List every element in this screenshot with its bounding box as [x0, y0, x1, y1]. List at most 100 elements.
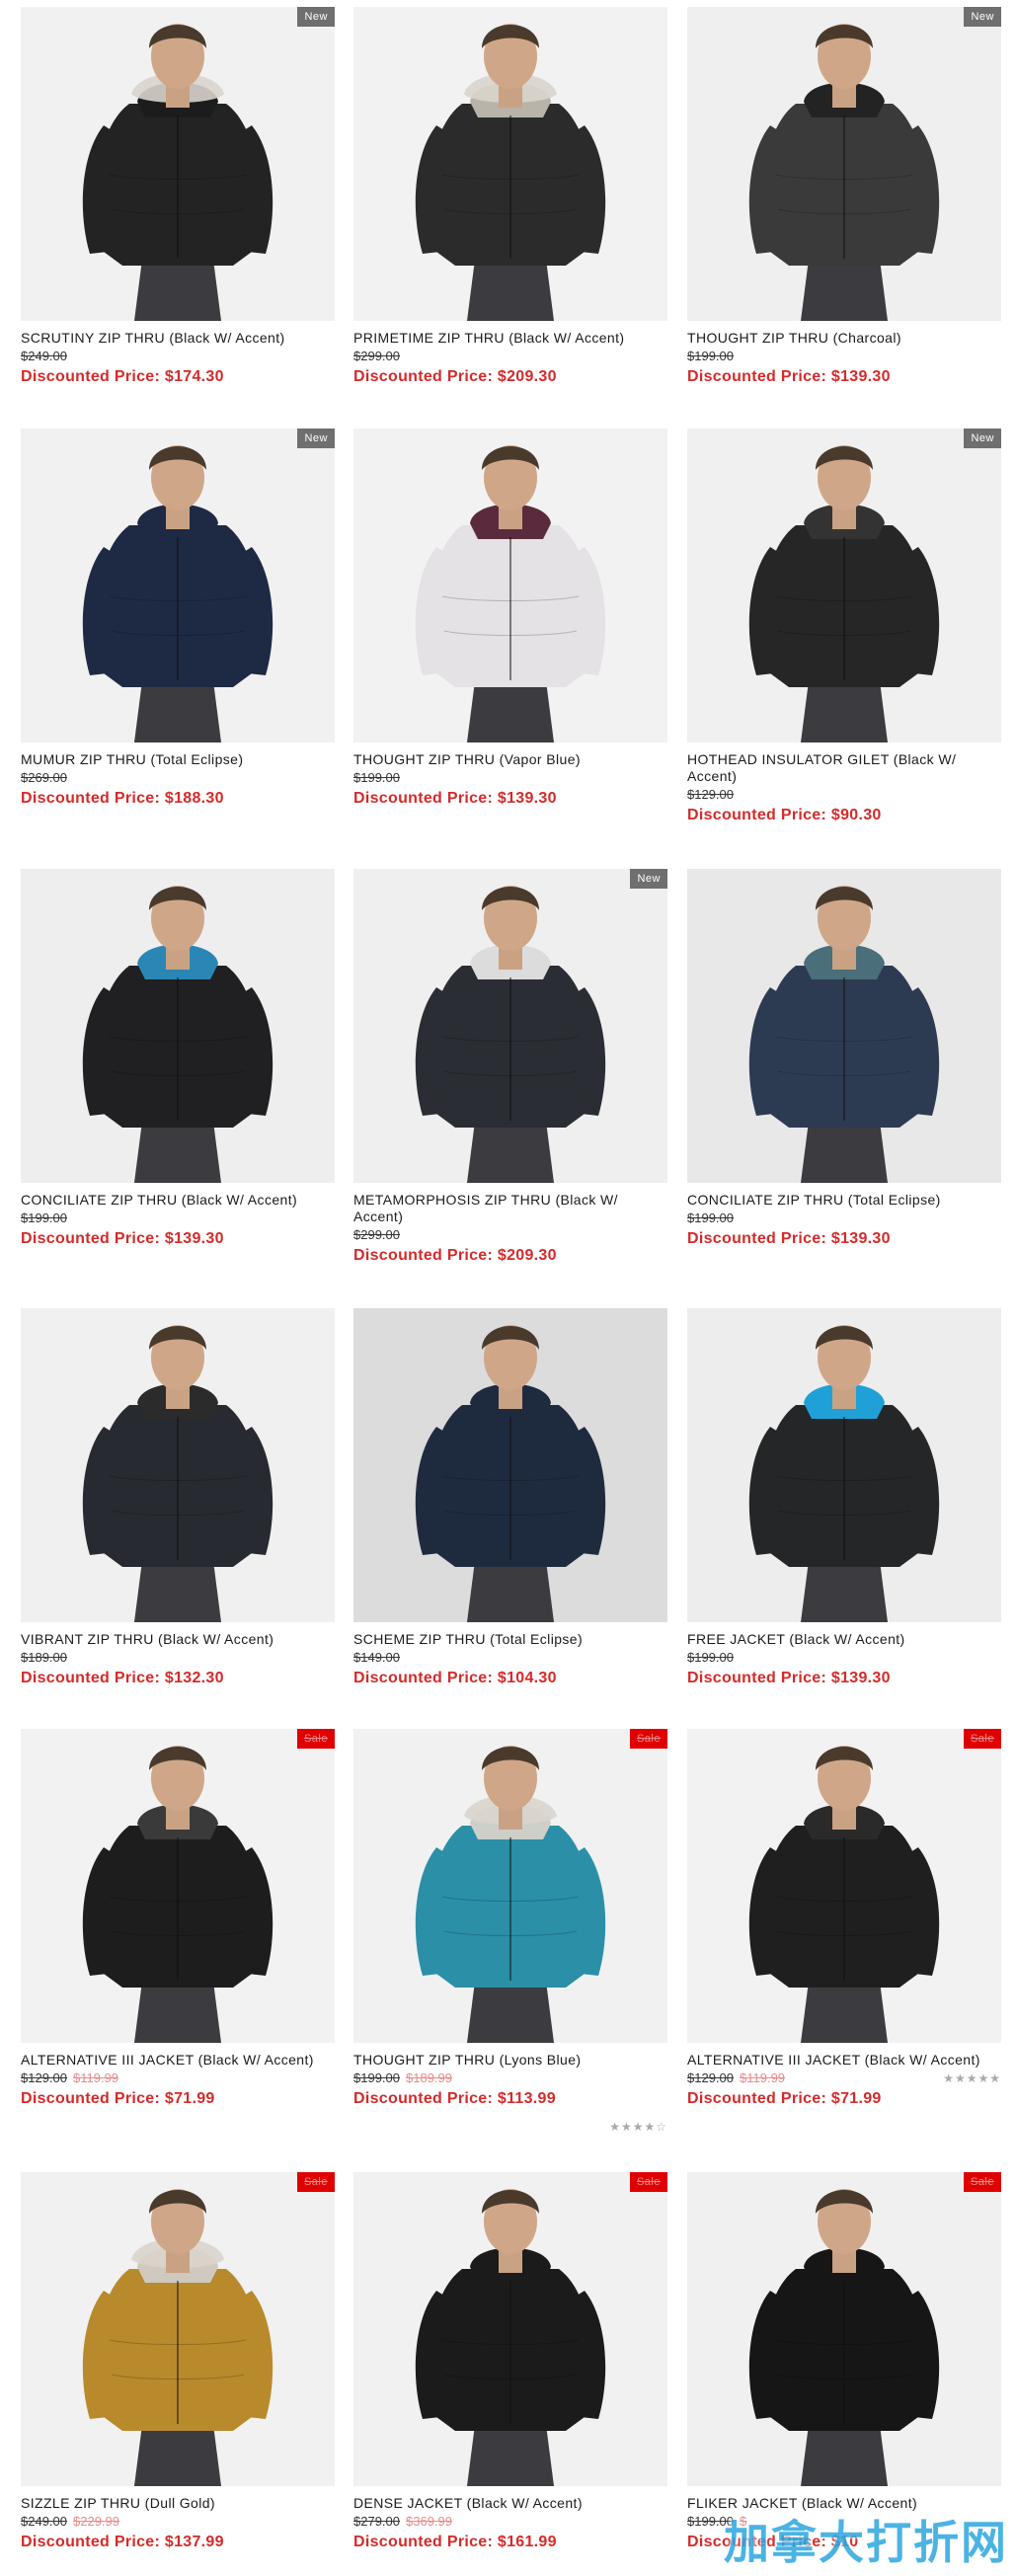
product-card[interactable]: Sale SIZZLE ZIP THRU (Dull Gold) $249.00 $2…	[21, 2172, 335, 2551]
original-price: $299.00	[353, 349, 400, 363]
product-title[interactable]: SCHEME ZIP THRU (Total Eclipse)	[353, 1631, 667, 1648]
product-image[interactable]: Sale	[353, 2172, 667, 2486]
product-title[interactable]: FREE JACKET (Black W/ Accent)	[687, 1631, 1001, 1648]
product-image[interactable]	[687, 1308, 1001, 1622]
product-image[interactable]: Sale	[21, 2172, 335, 2486]
product-card[interactable]: CONCILIATE ZIP THRU (Total Eclipse) $199.…	[687, 869, 1001, 1248]
price-row: $299.00	[353, 349, 667, 364]
product-image[interactable]: New	[21, 7, 335, 321]
sale-badge: Sale	[629, 2172, 667, 2192]
product-title[interactable]: ALTERNATIVE III JACKET (Black W/ Accent)	[21, 2052, 335, 2069]
original-price: $129.00	[687, 2070, 734, 2085]
original-price: $269.00	[21, 770, 67, 785]
discounted-price: Discounted Price: $71.99	[21, 2090, 215, 2107]
product-image[interactable]	[21, 1308, 335, 1622]
sale-badge: Sale	[296, 1729, 335, 1749]
price-row: $299.00	[353, 1227, 667, 1243]
product-image[interactable]: Sale	[353, 1729, 667, 2043]
product-image[interactable]: New	[21, 429, 335, 742]
discounted-price: Discounted Price: $174.30	[21, 368, 224, 385]
product-card[interactable]: FREE JACKET (Black W/ Accent) $199.00 Disc…	[687, 1308, 1001, 1687]
original-price: $279.00	[353, 2514, 400, 2529]
original-price: $189.00	[21, 1650, 67, 1665]
product-image[interactable]	[21, 869, 335, 1183]
original-price: $129.00	[687, 787, 734, 802]
sale-price: $119.99	[740, 2070, 786, 2085]
discounted-price: Discounted Price: $209.30	[353, 368, 557, 385]
product-card[interactable]: Sale THOUGHT ZIP THRU (Lyons Blue) $199.00…	[353, 1729, 667, 2134]
new-badge: New	[297, 7, 335, 27]
price-row: $129.00	[687, 787, 1001, 803]
discounted-price: Discounted Price: $188.30	[21, 790, 224, 807]
discounted-price: Discounted Price: $90.30	[687, 807, 882, 823]
product-title[interactable]: CONCILIATE ZIP THRU (Black W/ Accent)	[21, 1192, 335, 1209]
discounted-price: Discounted Price: $132.30	[21, 1670, 224, 1686]
product-image[interactable]: Sale	[687, 1729, 1001, 2043]
product-title[interactable]: DENSE JACKET (Black W/ Accent)	[353, 2495, 667, 2512]
price-row: $199.00	[687, 1650, 1001, 1666]
product-card[interactable]: SCHEME ZIP THRU (Total Eclipse) $149.00 Di…	[353, 1308, 667, 1687]
original-price: $199.00	[687, 1210, 734, 1225]
product-title[interactable]: THOUGHT ZIP THRU (Lyons Blue)	[353, 2052, 667, 2069]
sale-price: $229.99	[73, 2514, 119, 2529]
product-image[interactable]	[353, 1308, 667, 1622]
product-card[interactable]: New THOUGHT ZIP THRU (Charcoal) $199.00 Dis…	[687, 7, 1001, 386]
price-row: $199.00	[687, 1210, 1001, 1226]
sale-price: $369.99	[406, 2514, 452, 2529]
price-row: $189.00	[21, 1650, 335, 1666]
product-card[interactable]: Sale DENSE JACKET (Black W/ Accent) $279.0…	[353, 2172, 667, 2551]
product-card[interactable]: New HOTHEAD INSULATOR GILET (Black W/ Acc…	[687, 429, 1001, 824]
rating-stars: ★★★★☆	[609, 2120, 667, 2134]
product-title[interactable]: PRIMETIME ZIP THRU (Black W/ Accent)	[353, 330, 667, 347]
discounted-price: Discounted Price: $161.99	[353, 2534, 557, 2550]
product-card[interactable]: PRIMETIME ZIP THRU (Black W/ Accent) $299…	[353, 7, 667, 386]
product-image[interactable]: Sale	[687, 2172, 1001, 2486]
product-title[interactable]: THOUGHT ZIP THRU (Vapor Blue)	[353, 751, 667, 768]
original-price: $149.00	[353, 1650, 400, 1665]
product-image[interactable]	[353, 429, 667, 742]
product-card[interactable]: VIBRANT ZIP THRU (Black W/ Accent) $189.0…	[21, 1308, 335, 1687]
product-title[interactable]: HOTHEAD INSULATOR GILET (Black W/ Accent…	[687, 751, 1001, 785]
sale-badge: Sale	[629, 1729, 667, 1749]
product-card[interactable]: THOUGHT ZIP THRU (Vapor Blue) $199.00 Disc…	[353, 429, 667, 808]
rating-stars: ★★★★★	[943, 2071, 1001, 2085]
product-image[interactable]: New	[353, 869, 667, 1183]
product-image[interactable]: New	[687, 7, 1001, 321]
product-card[interactable]: New MUMUR ZIP THRU (Total Eclipse) $269.00…	[21, 429, 335, 808]
product-card[interactable]: Sale FLIKER JACKET (Black W/ Accent) $199.…	[687, 2172, 1001, 2551]
discounted-price: Discounted Price: $139.30	[687, 368, 891, 385]
product-card[interactable]: Sale ALTERNATIVE III JACKET (Black W/ Acc…	[21, 1729, 335, 2108]
product-card[interactable]: New SCRUTINY ZIP THRU (Black W/ Accent) $2…	[21, 7, 335, 386]
product-title[interactable]: METAMORPHOSIS ZIP THRU (Black W/ Accent)	[353, 1192, 667, 1225]
price-row: $249.00 $229.99	[21, 2514, 335, 2530]
product-card[interactable]: CONCILIATE ZIP THRU (Black W/ Accent) $19…	[21, 869, 335, 1248]
product-title[interactable]: SCRUTINY ZIP THRU (Black W/ Accent)	[21, 330, 335, 347]
original-price: $199.00	[353, 770, 400, 785]
sale-badge: Sale	[963, 1729, 1001, 1749]
product-image[interactable]	[353, 7, 667, 321]
discounted-price: Discounted Price: $139.30	[687, 1670, 891, 1686]
product-card[interactable]: Sale ALTERNATIVE III JACKET (Black W/ Acc…	[687, 1729, 1001, 2108]
product-title[interactable]: SIZZLE ZIP THRU (Dull Gold)	[21, 2495, 335, 2512]
discounted-price: Discounted Price: $139.30	[21, 1230, 224, 1247]
sale-badge: Sale	[296, 2172, 335, 2192]
original-price: $249.00	[21, 2514, 67, 2529]
original-price: $129.00	[21, 2070, 67, 2085]
product-image[interactable]: New	[687, 429, 1001, 742]
product-title[interactable]: CONCILIATE ZIP THRU (Total Eclipse)	[687, 1192, 1001, 1209]
product-image[interactable]	[687, 869, 1001, 1183]
price-row: $269.00	[21, 770, 335, 786]
discounted-price: Discounted Price: $71.99	[687, 2090, 882, 2107]
price-row: $199.00	[353, 770, 667, 786]
original-price: $249.00	[21, 349, 67, 363]
original-price: $199.00	[687, 349, 734, 363]
product-title[interactable]: VIBRANT ZIP THRU (Black W/ Accent)	[21, 1631, 335, 1648]
product-image[interactable]: Sale	[21, 1729, 335, 2043]
discounted-price: Discounted Price: $139.30	[687, 1230, 891, 1247]
product-title[interactable]: ALTERNATIVE III JACKET (Black W/ Accent)	[687, 2052, 1001, 2069]
new-badge: New	[297, 429, 335, 448]
product-title[interactable]: THOUGHT ZIP THRU (Charcoal)	[687, 330, 1001, 347]
product-card[interactable]: New METAMORPHOSIS ZIP THRU (Black W/ Acce…	[353, 869, 667, 1265]
price-row: $129.00 $119.99 ★★★★★	[687, 2070, 1001, 2086]
product-title[interactable]: MUMUR ZIP THRU (Total Eclipse)	[21, 751, 335, 768]
